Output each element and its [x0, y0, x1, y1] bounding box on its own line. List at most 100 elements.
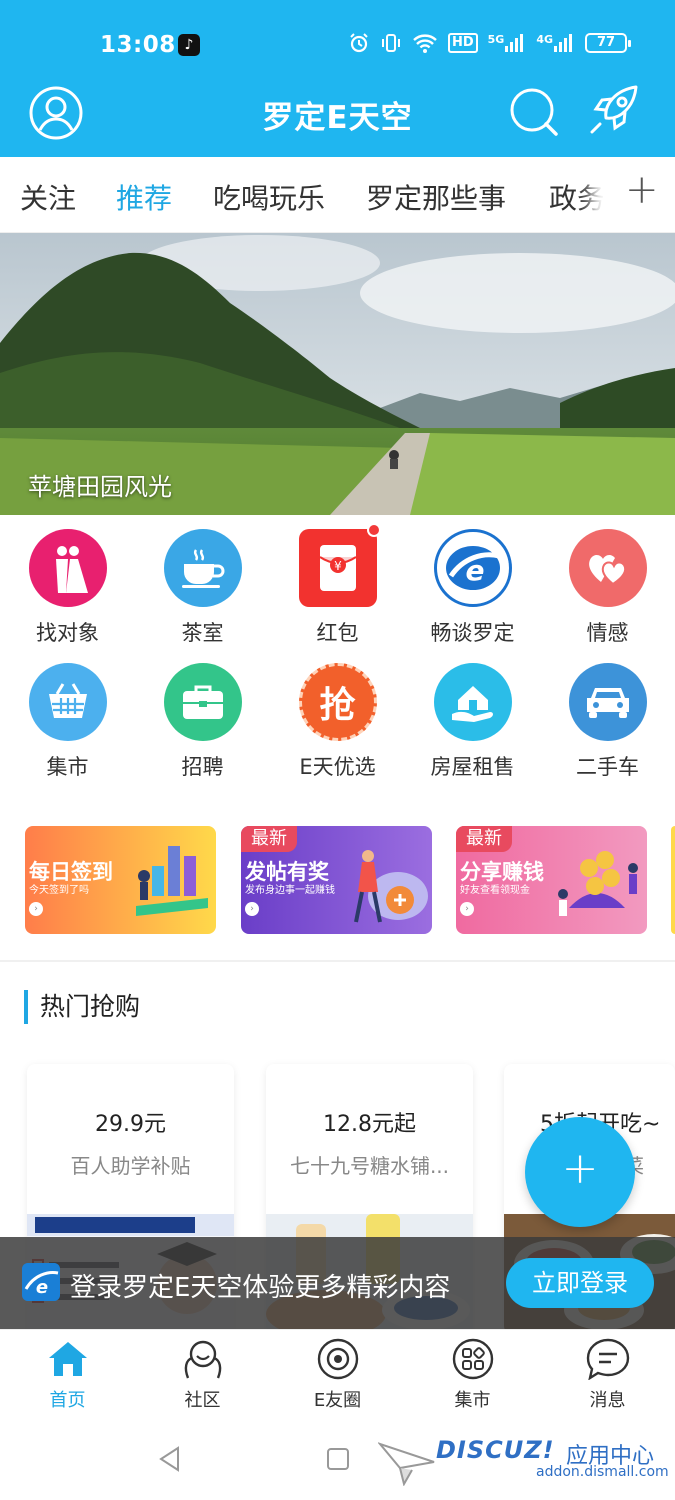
feature-label: 畅谈罗定 [430, 621, 515, 645]
login-now-button[interactable]: 立即登录 [506, 1258, 654, 1308]
tab-follow[interactable]: 关注 [20, 177, 76, 217]
home-icon [48, 1342, 87, 1376]
hot-item-name: 七十九号糖水铺... [289, 1154, 450, 1178]
bottom-navigation: 首页 社区 E友圈 集市 消息 [0, 1329, 675, 1422]
grab-glyph: 抢 [319, 685, 356, 726]
nav-label: 首页 [49, 1390, 86, 1411]
feature-label: 房屋租售 [430, 755, 515, 779]
nav-e-friends[interactable]: E友圈 [270, 1330, 405, 1423]
feature-chat-luoding[interactable]: e 畅谈罗定 [405, 515, 540, 647]
feature-housing[interactable]: 房屋租售 [405, 649, 540, 781]
create-post-button[interactable]: + [525, 1117, 635, 1227]
net-5g-label: 5G [487, 33, 505, 46]
nav-label: 集市 [454, 1390, 491, 1411]
status-bar: 13:08 ♪ HD 5G 4G 77 [0, 0, 675, 86]
feature-label: 集市 [46, 755, 89, 779]
nav-messages[interactable]: 消息 [540, 1330, 675, 1423]
promo-peek [671, 826, 675, 934]
feature-jobs[interactable]: 招聘 [135, 649, 270, 781]
svg-text:e: e [36, 1277, 48, 1298]
promo-post-reward[interactable]: 最新 发帖有奖 发布身边事一起赚钱 › [241, 826, 432, 934]
promo-daily-checkin[interactable]: 每日签到 今天签到了吗 › [25, 826, 216, 934]
discuz-watermark: DISCUZ! 应用中心 addon.dismall.com [378, 1434, 669, 1492]
svg-text:e: e [465, 554, 484, 587]
e-logo-icon: e [433, 529, 512, 607]
vibrate-icon [380, 32, 402, 54]
status-icons: HD 5G 4G 77 [348, 32, 631, 54]
checkin-illustration [136, 846, 208, 916]
app-header: 罗定E天空 [0, 85, 675, 157]
app-logo-icon: e [22, 1263, 60, 1301]
briefcase-icon [163, 663, 242, 741]
tab-food-fun[interactable]: 吃喝玩乐 [213, 177, 325, 217]
red-envelope-icon: ¥ [298, 523, 381, 607]
post-reward-illustration [354, 850, 428, 923]
signal-4g-icon: 4G [536, 33, 575, 53]
new-badge: 最新 [241, 826, 297, 852]
app-title: 罗定E天空 [262, 100, 413, 136]
net-4g-label: 4G [536, 33, 553, 46]
login-prompt-text: 登录罗定E天空体验更多精彩内容 [70, 1273, 451, 1303]
promo-cards: 每日签到 今天签到了吗 › 最新 发帖有奖 发布身边事一起赚钱 › 最新 分享赚… [0, 826, 675, 934]
paper-plane-icon [378, 1442, 435, 1486]
share-earn-illustration [558, 851, 638, 916]
wifi-icon [412, 32, 438, 54]
hot-item-price: 12.8元起 [323, 1112, 416, 1137]
feature-label: 茶室 [181, 621, 224, 645]
login-prompt-bar: e 登录罗定E天空体验更多精彩内容 立即登录 [0, 1237, 675, 1329]
nav-home[interactable]: 首页 [0, 1330, 135, 1423]
feature-market[interactable]: 集市 [0, 649, 135, 781]
tab-luoding-stories[interactable]: 罗定那些事 [366, 177, 506, 217]
feature-label: 招聘 [181, 755, 224, 779]
search-icon[interactable] [508, 86, 560, 138]
feature-tea-room[interactable]: 茶室 [135, 515, 270, 647]
svg-text:¥: ¥ [334, 559, 342, 573]
watermark-brand: DISCUZ! [436, 1436, 555, 1464]
apps-grid-icon [452, 1338, 493, 1380]
nav-market[interactable]: 集市 [405, 1330, 540, 1423]
nav-community[interactable]: 社区 [135, 1330, 270, 1423]
notification-dot [366, 523, 381, 537]
chevron-right-icon: › [460, 902, 474, 916]
tab-recommend[interactable]: 推荐 [116, 177, 172, 217]
wedding-couple-icon [28, 529, 107, 607]
feature-label: 红包 [316, 621, 359, 645]
plus-icon: + [625, 167, 659, 213]
feature-label: 二手车 [576, 755, 639, 779]
feature-e-select[interactable]: 抢 E天优选 [270, 649, 405, 781]
feature-emotion[interactable]: 情感 [540, 515, 675, 647]
alarm-icon [348, 32, 370, 54]
tea-cup-icon [163, 529, 242, 607]
battery-icon: 77 [585, 33, 631, 53]
back-triangle-icon[interactable] [158, 1446, 180, 1472]
signal-5g-icon: 5G [488, 33, 527, 53]
promo-subtitle: 今天签到了吗 [29, 885, 89, 896]
feature-find-partner[interactable]: 找对象 [0, 515, 135, 647]
feature-red-envelope[interactable]: ¥ 红包 [270, 515, 405, 647]
feature-label: 找对象 [36, 621, 99, 645]
rocket-icon[interactable] [586, 82, 642, 138]
feature-label: E天优选 [299, 755, 376, 779]
system-navigation-bar: DISCUZ! 应用中心 addon.dismall.com [0, 1422, 675, 1500]
banner-caption: 苹塘田园风光 [28, 473, 172, 501]
status-time: 13:08 [100, 32, 176, 58]
tiktok-icon: ♪ [178, 34, 200, 56]
promo-subtitle: 发布身边事一起赚钱 [245, 885, 335, 896]
watermark-url: addon.dismall.com [536, 1464, 669, 1480]
add-tab-button[interactable]: + [603, 157, 675, 232]
feature-label: 情感 [586, 621, 629, 645]
chevron-right-icon: › [29, 902, 43, 916]
home-square-icon[interactable] [327, 1448, 349, 1470]
promo-share-earn[interactable]: 最新 分享赚钱 好友查看领现金 › [456, 826, 647, 934]
section-divider [0, 960, 675, 962]
hot-item-name: 百人助学补贴 [70, 1154, 191, 1178]
hd-badge: HD [447, 33, 478, 53]
banner-carousel[interactable]: 苹塘田园风光 [0, 233, 675, 515]
nav-label: 社区 [184, 1390, 221, 1411]
feature-used-car[interactable]: 二手车 [540, 649, 675, 781]
new-badge: 最新 [456, 826, 512, 852]
grab-badge-icon: 抢 [298, 663, 377, 741]
category-tabs: 关注 推荐 吃喝玩乐 罗定那些事 政务服 + [0, 157, 675, 233]
car-icon [568, 663, 647, 741]
house-hand-icon [433, 663, 512, 741]
